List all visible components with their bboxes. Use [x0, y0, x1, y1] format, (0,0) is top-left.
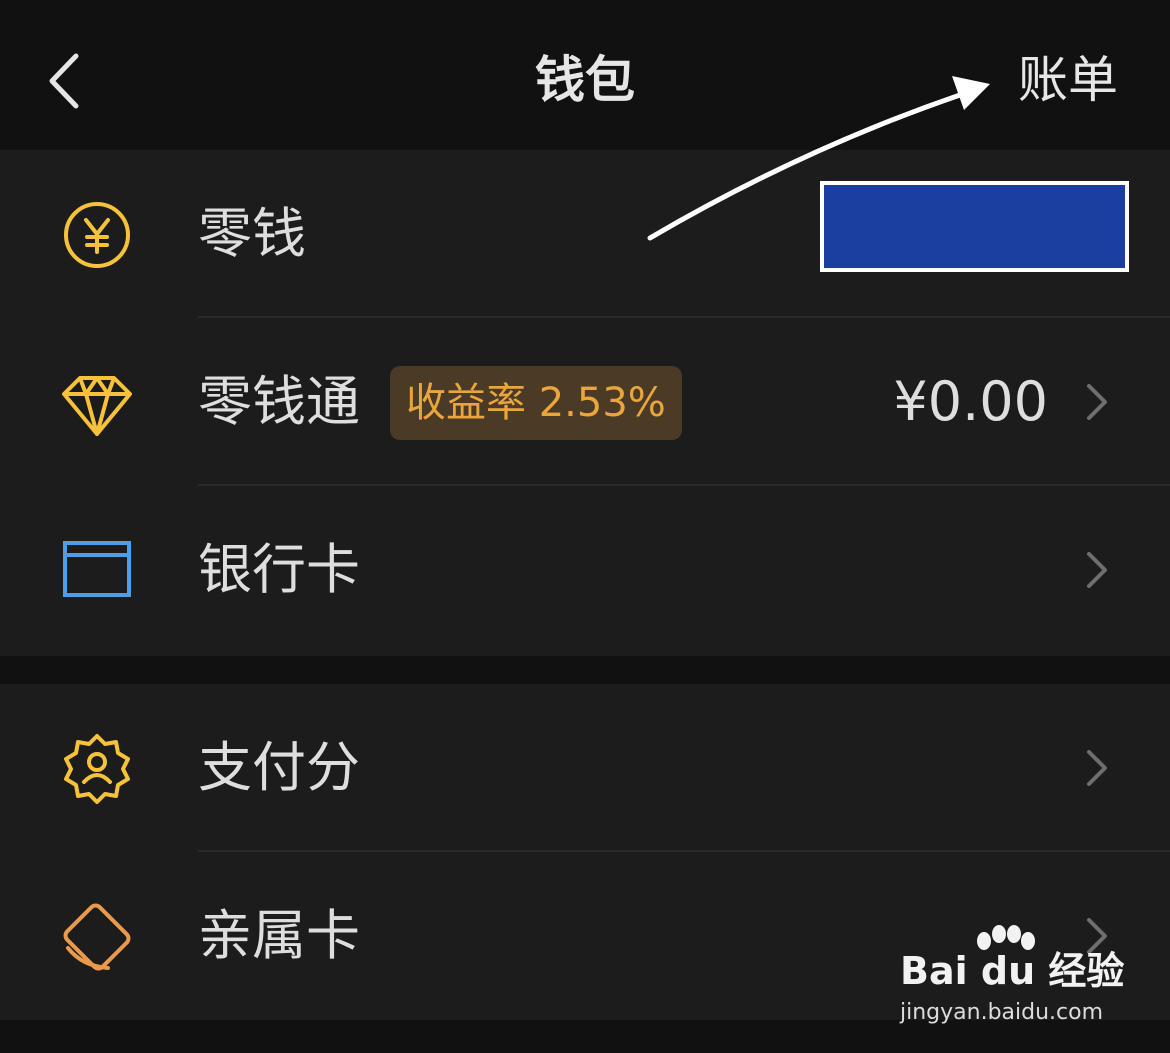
- wallet-item-label: 零钱通: [198, 370, 360, 433]
- chevron-right-icon: [1087, 384, 1107, 420]
- watermark-url: jingyan.baidu.com: [900, 1000, 1104, 1025]
- wallet-item-label: 零钱: [198, 202, 306, 265]
- balance-amount: ¥0.00: [893, 370, 1048, 433]
- diamond-icon: [62, 376, 132, 436]
- bill-button[interactable]: 账单: [1018, 48, 1118, 112]
- watermark-brand: Bai du 经验: [900, 949, 1125, 993]
- chevron-right-icon: [1087, 750, 1107, 786]
- credit-score-badge-icon: [64, 734, 130, 804]
- wallet-screen: 钱包 账单 零钱 零钱通 收益率 2.53% ¥0.00 银行卡 支付分 亲属卡…: [0, 0, 1170, 1053]
- wallet-item-lingqiantong[interactable]: 零钱通 收益率 2.53% ¥0.00: [0, 318, 1170, 486]
- page-title: 钱包: [535, 51, 635, 109]
- bank-card-icon: [63, 541, 131, 597]
- chevron-right-icon: [1087, 552, 1107, 588]
- family-card-icon: [63, 903, 131, 971]
- service-item-label: 支付分: [198, 736, 360, 799]
- redaction-box: [820, 181, 1129, 272]
- service-item-label: 亲属卡: [198, 904, 360, 967]
- yuan-coin-icon: [64, 202, 130, 268]
- wallet-item-bank-card[interactable]: 银行卡: [0, 486, 1170, 654]
- yield-rate-badge: 收益率 2.53%: [390, 366, 682, 440]
- service-item-credit-score[interactable]: 支付分: [0, 684, 1170, 852]
- navbar: 钱包 账单: [0, 0, 1170, 150]
- wallet-item-label: 银行卡: [198, 538, 360, 601]
- baidu-watermark: Bai du 经验 jingyan.baidu.com: [896, 925, 1126, 1035]
